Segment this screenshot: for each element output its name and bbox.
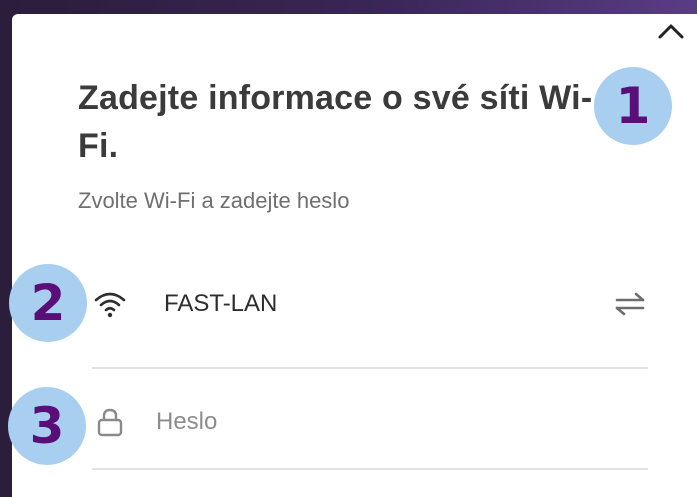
close-chevron-icon xyxy=(658,24,684,39)
wifi-setup-dialog: Zadejte informace o své síti Wi-Fi. Zvol… xyxy=(8,14,697,497)
step-badge-3: 3 xyxy=(8,387,86,465)
step-badge-1: 1 xyxy=(594,67,672,145)
password-input[interactable] xyxy=(154,401,628,443)
lock-icon xyxy=(92,404,128,440)
dialog-title: Zadejte informace o své síti Wi-Fi. xyxy=(78,79,593,165)
ssid-divider xyxy=(92,367,648,369)
step-badge-2: 2 xyxy=(9,264,87,342)
wifi-network-selector[interactable]: FAST-LAN xyxy=(92,274,648,334)
change-network-button[interactable] xyxy=(612,286,648,322)
swap-arrows-icon xyxy=(615,292,645,316)
close-button[interactable] xyxy=(654,20,688,42)
dialog-subtitle: Zvolte Wi-Fi a zadejte heslo xyxy=(78,188,350,213)
password-divider xyxy=(92,468,648,470)
password-row xyxy=(92,392,648,452)
wifi-icon xyxy=(92,286,128,322)
wifi-ssid-label: FAST-LAN xyxy=(164,290,278,317)
